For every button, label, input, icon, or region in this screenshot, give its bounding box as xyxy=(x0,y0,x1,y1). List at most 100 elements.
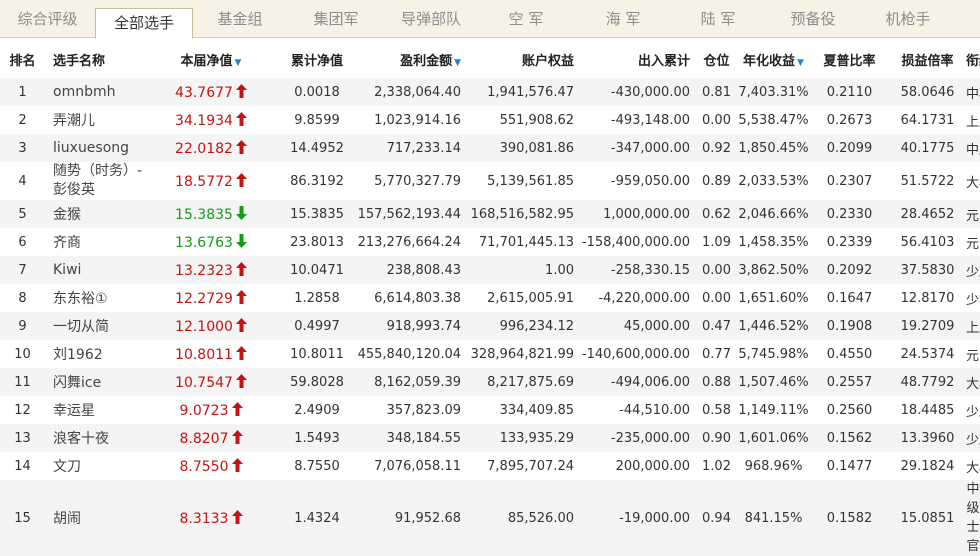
cell-sharpe: 0.2099 xyxy=(826,140,873,156)
cell-rank: 6 xyxy=(18,234,27,250)
cell-player-name[interactable]: 齐商 xyxy=(45,228,145,256)
cell-rank: 14 xyxy=(14,458,31,474)
table-row[interactable]: 6 齐商 13.6763 23.8013 213,276,664.24 71,701,44… xyxy=(0,228,980,256)
cell-player-name[interactable]: 弄潮儿 xyxy=(45,106,145,134)
arrow-up-icon xyxy=(231,429,243,444)
cell-player-name[interactable]: 浪客十夜 xyxy=(45,424,145,452)
cell-profit: 7,076,058.11 xyxy=(374,458,461,474)
arrow-up-icon xyxy=(235,289,247,304)
cell-cash-flow: 1,000,000.00 xyxy=(603,206,690,222)
cell-player-name[interactable]: 闪舞ice xyxy=(45,368,145,396)
cell-profit: 357,823.09 xyxy=(386,402,461,418)
cell-profit: 918,993.74 xyxy=(386,318,461,334)
tab-gunner[interactable]: 机枪手 xyxy=(861,0,955,38)
cell-equity: 8,217,875.69 xyxy=(487,374,574,390)
net-value: 13.2323 xyxy=(175,262,233,279)
tab-all-players[interactable]: 全部选手 xyxy=(95,8,193,39)
tab-air-force[interactable]: 空 军 xyxy=(477,0,575,38)
cell-current-net: 10.7547 xyxy=(145,368,277,396)
cell-profit: 1,023,914.16 xyxy=(374,112,461,128)
cell-equity: 996,234.12 xyxy=(499,318,574,334)
cell-cumulative-net: 14.4952 xyxy=(290,140,344,156)
cell-profit: 6,614,803.38 xyxy=(374,290,461,306)
col-cash-flow[interactable]: 出入累计 xyxy=(580,40,696,78)
col-cumulative-net[interactable]: 累计净值 xyxy=(277,40,357,78)
table-row[interactable]: 3 liuxuesong 22.0182 14.4952 717,233.14 390,0… xyxy=(0,134,980,162)
table-row[interactable]: 15 胡闹 8.3133 1.4324 91,952.68 85,526.00 -19,00… xyxy=(0,480,980,556)
cell-player-name[interactable]: omnbmh xyxy=(45,78,145,106)
cell-equity: 133,935.29 xyxy=(499,430,574,446)
sort-down-icon[interactable]: ▼ xyxy=(797,58,804,68)
col-annual-return[interactable]: 年化收益 ▼ xyxy=(737,40,810,78)
col-pl-ratio[interactable]: 损益倍率 xyxy=(889,40,966,78)
tab-reserve[interactable]: 预备役 xyxy=(765,0,861,38)
cell-rank: 1 xyxy=(18,84,27,100)
cell-cash-flow: -494,006.00 xyxy=(610,374,690,390)
cell-rank-title: 少尉 xyxy=(966,264,980,280)
cell-rank-title: 上尉 xyxy=(966,320,980,336)
cell-current-net: 43.7677 xyxy=(145,78,277,106)
tab-fund-group[interactable]: 基金组 xyxy=(193,0,287,38)
cell-current-net: 18.5772 xyxy=(145,162,277,200)
col-current-net[interactable]: 本届净值 ▼ xyxy=(145,40,277,78)
cell-rank-title: 中级士官 xyxy=(966,482,980,554)
cell-position: 0.92 xyxy=(702,140,731,156)
tab-army[interactable]: 陆 军 xyxy=(671,0,765,38)
cell-player-name[interactable]: 刘1962 xyxy=(45,340,145,368)
sort-down-icon[interactable]: ▼ xyxy=(235,58,242,68)
col-equity[interactable]: 账户权益 xyxy=(467,40,580,78)
cell-player-name[interactable]: 一切从简 xyxy=(45,312,145,340)
table-row[interactable]: 2 弄潮儿 34.1934 9.8599 1,023,914.16 551,908.62 -… xyxy=(0,106,980,134)
arrow-up-icon xyxy=(235,345,247,360)
cell-position: 0.81 xyxy=(702,84,731,100)
cell-rank-title: 少尉 xyxy=(966,404,980,420)
table-row[interactable]: 10 刘1962 10.8011 10.8011 455,840,120.04 328,9… xyxy=(0,340,980,368)
tab-missile-force[interactable]: 导弹部队 xyxy=(385,0,477,38)
cell-pl-ratio: 12.8170 xyxy=(900,290,955,306)
cell-position: 0.47 xyxy=(702,318,731,334)
tab-army-group[interactable]: 集团军 xyxy=(287,0,385,38)
cell-pl-ratio: 48.7792 xyxy=(900,374,955,390)
net-value: 9.0723 xyxy=(179,402,229,419)
cell-player-name[interactable]: 随势（时务）-彭俊英 xyxy=(45,162,145,200)
arrow-up-icon xyxy=(235,172,247,187)
cell-position: 0.00 xyxy=(702,112,731,128)
cell-cash-flow: -158,400,000.00 xyxy=(581,234,690,250)
table-row[interactable]: 13 浪客十夜 8.8207 1.5493 348,184.55 133,935.29 -2… xyxy=(0,424,980,452)
cell-annual-return: 3,862.50% xyxy=(738,262,809,278)
table-row[interactable]: 11 闪舞ice 10.7547 59.8028 8,162,059.39 8,217,8… xyxy=(0,368,980,396)
col-sharpe[interactable]: 夏普比率 xyxy=(810,40,889,78)
table-row[interactable]: 1 omnbmh 43.7677 0.0018 2,338,064.40 1,941,57… xyxy=(0,78,980,106)
net-value: 10.7547 xyxy=(175,374,233,391)
arrow-up-icon xyxy=(235,139,247,154)
cell-position: 0.58 xyxy=(702,402,731,418)
table-row[interactable]: 12 幸运星 9.0723 2.4909 357,823.09 334,409.85 -44… xyxy=(0,396,980,424)
cell-player-name[interactable]: liuxuesong xyxy=(45,134,145,162)
tab-rating[interactable]: 综合评级 xyxy=(0,0,95,38)
table-row[interactable]: 4 随势（时务）-彭俊英 18.5772 86.3192 5,770,327.79 5,1… xyxy=(0,162,980,200)
sort-down-icon[interactable]: ▼ xyxy=(454,58,461,68)
cell-player-name[interactable]: 文刀 xyxy=(45,452,145,480)
cell-cumulative-net: 0.4997 xyxy=(294,318,340,334)
cell-cash-flow: -19,000.00 xyxy=(619,510,690,526)
cell-player-name[interactable]: Kiwi xyxy=(45,256,145,284)
table-row[interactable]: 14 文刀 8.7550 8.7550 7,076,058.11 7,895,707.24… xyxy=(0,452,980,480)
cell-cash-flow: -4,220,000.00 xyxy=(598,290,690,306)
table-row[interactable]: 7 Kiwi 13.2323 10.0471 238,808.43 1.00 -258,33… xyxy=(0,256,980,284)
cell-cash-flow: -959,050.00 xyxy=(610,173,690,189)
cell-annual-return: 841.15% xyxy=(744,510,803,526)
cell-player-name[interactable]: 东东裕① xyxy=(45,284,145,312)
cell-player-name[interactable]: 金猴 xyxy=(45,200,145,228)
cell-player-name[interactable]: 胡闹 xyxy=(45,480,145,556)
table-row[interactable]: 8 东东裕① 12.2729 1.2858 6,614,803.38 2,615,005.… xyxy=(0,284,980,312)
table-row[interactable]: 5 金猴 15.3835 15.3835 157,562,193.44 168,516,5… xyxy=(0,200,980,228)
cell-player-name[interactable]: 幸运星 xyxy=(45,396,145,424)
cell-rank-title: 上尉 xyxy=(966,114,980,130)
table-row[interactable]: 9 一切从简 12.1000 0.4997 918,993.74 996,234.12 45… xyxy=(0,312,980,340)
cell-cumulative-net: 10.0471 xyxy=(290,262,344,278)
col-profit[interactable]: 盈利金额 ▼ xyxy=(357,40,467,78)
cell-pl-ratio: 56.4103 xyxy=(900,234,955,250)
cell-annual-return: 1,458.35% xyxy=(738,234,809,250)
tab-navy[interactable]: 海 军 xyxy=(575,0,671,38)
col-position[interactable]: 仓位 xyxy=(696,40,737,78)
